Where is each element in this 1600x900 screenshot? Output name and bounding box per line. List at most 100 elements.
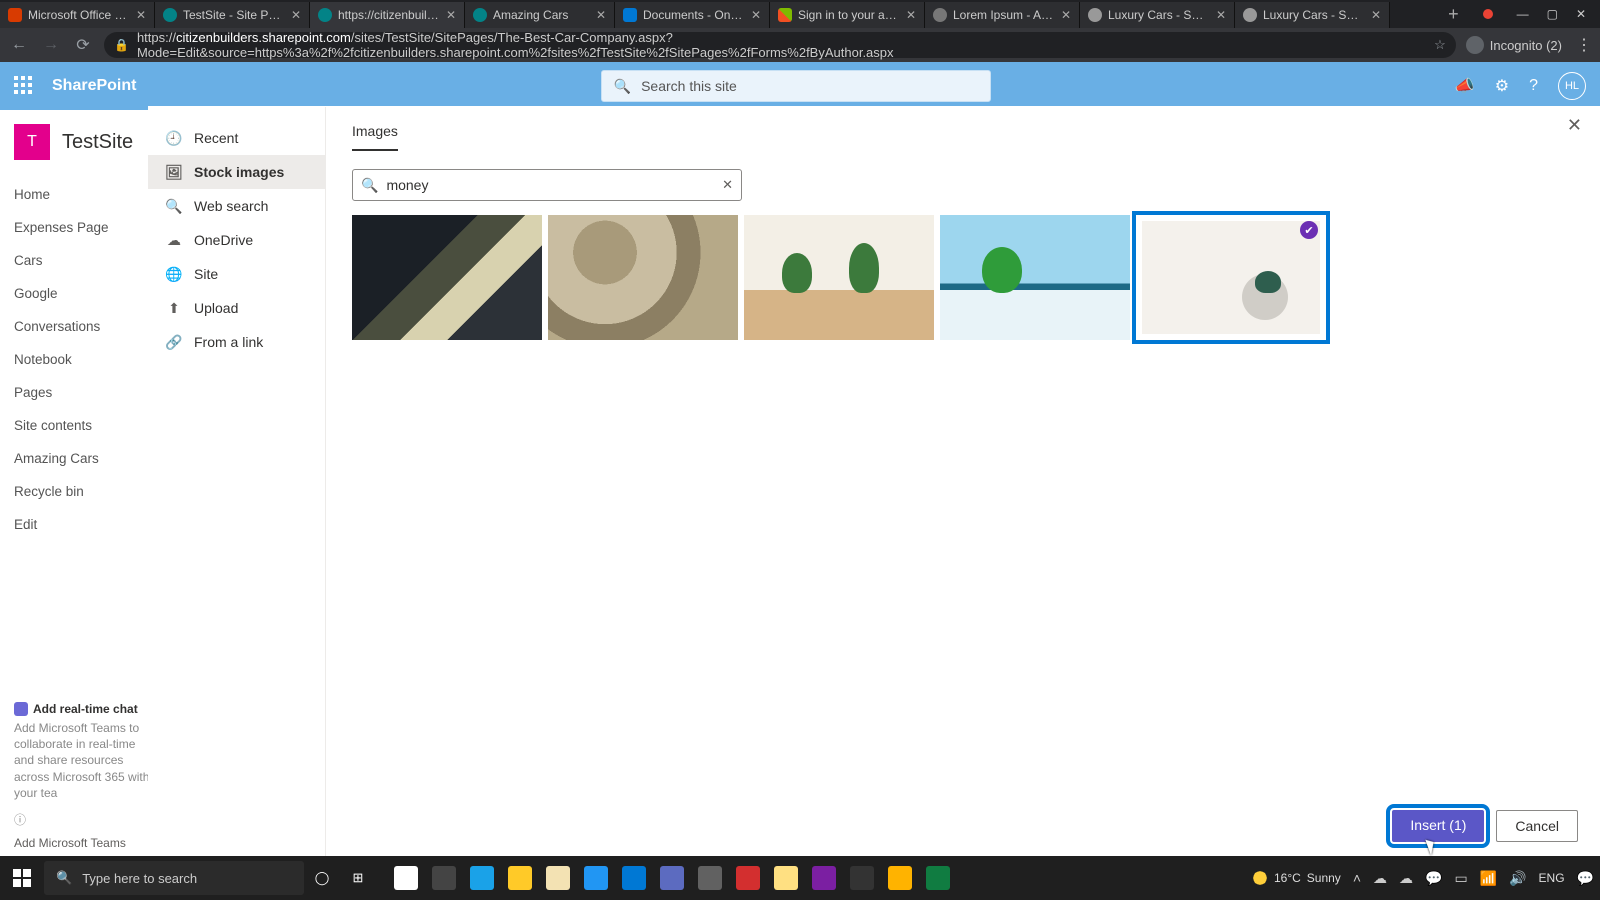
taskbar-app-store[interactable] (540, 860, 576, 896)
picker-tab-images[interactable]: Images (352, 123, 398, 151)
onedrive-tray-icon[interactable]: ☁ (1399, 870, 1413, 887)
add-teams-link[interactable]: Add Microsoft Teams (14, 836, 154, 850)
site-nav-link[interactable]: Cars (14, 244, 146, 277)
browser-menu-button[interactable]: ⋮ (1576, 35, 1592, 55)
notifications-icon[interactable]: 💬 (1577, 870, 1594, 887)
taskbar-app-onenote[interactable] (806, 860, 842, 896)
close-tab-icon[interactable]: ✕ (1216, 8, 1226, 22)
browser-tab[interactable]: Luxury Cars - Sedans,✕ (1080, 2, 1235, 28)
favicon-icon (8, 8, 22, 22)
source-stock-images[interactable]: 🖼Stock images (148, 155, 325, 189)
browser-tab[interactable]: Sign in to your accoun✕ (770, 2, 925, 28)
source-web-search[interactable]: 🔍Web search (148, 189, 325, 223)
url-input[interactable]: 🔒 https://citizenbuilders.sharepoint.com… (104, 32, 1456, 58)
stock-image-result[interactable] (940, 215, 1130, 340)
back-button[interactable]: ← (8, 36, 30, 54)
browser-tab[interactable]: Microsoft Office Home✕ (0, 2, 155, 28)
stock-image-result[interactable] (744, 215, 934, 340)
stock-image-result-selected[interactable] (1136, 215, 1326, 340)
taskbar-app-app-blue[interactable] (654, 860, 690, 896)
stock-image-result[interactable] (352, 215, 542, 340)
site-search-input[interactable]: 🔍 Search this site (601, 70, 991, 102)
source-site[interactable]: 🌐Site (148, 257, 325, 291)
taskbar-app-cortana[interactable] (426, 860, 462, 896)
language-indicator[interactable]: ENG (1539, 871, 1565, 885)
meet-now-icon[interactable]: 💬 (1425, 870, 1442, 887)
taskbar-app-app-grey[interactable] (692, 860, 728, 896)
taskbar-search-input[interactable]: 🔍 Type here to search (44, 861, 304, 895)
site-nav-link[interactable]: Site contents (14, 409, 146, 442)
browser-tab[interactable]: Lorem Ipsum - All the✕ (925, 2, 1080, 28)
site-nav-link[interactable]: Pages (14, 376, 146, 409)
help-icon[interactable]: ? (1529, 77, 1538, 95)
close-icon[interactable]: ✕ (1567, 115, 1582, 136)
taskbar-app-app-folder[interactable] (882, 860, 918, 896)
site-nav-link[interactable]: Home (14, 178, 146, 211)
cortana-circle-icon[interactable]: ◯ (304, 870, 340, 886)
account-avatar[interactable]: HL (1558, 72, 1586, 100)
close-tab-icon[interactable]: ✕ (751, 8, 761, 22)
cancel-button[interactable]: Cancel (1496, 810, 1578, 842)
taskbar-app-chrome[interactable] (768, 860, 804, 896)
forward-button[interactable]: → (40, 36, 62, 54)
site-nav-link[interactable]: Edit (14, 508, 146, 541)
browser-tab[interactable]: Documents - OneDriv✕ (615, 2, 770, 28)
browser-tab-strip: Microsoft Office Home✕TestSite - Site Pa… (0, 0, 1600, 28)
clear-search-icon[interactable]: ✕ (722, 177, 733, 193)
incognito-label: Incognito (2) (1490, 38, 1562, 53)
new-tab-button[interactable]: + (1438, 4, 1469, 25)
source-onedrive[interactable]: ☁OneDrive (148, 223, 325, 257)
wifi-icon[interactable]: 📶 (1480, 870, 1497, 887)
taskbar-app-file-explorer[interactable] (502, 860, 538, 896)
task-view-icon[interactable]: ⊞ (340, 870, 376, 886)
volume-icon[interactable]: 🔊 (1509, 870, 1526, 887)
taskbar-app-excel[interactable] (920, 860, 956, 896)
taskbar-app-task-view[interactable] (388, 860, 424, 896)
close-tab-icon[interactable]: ✕ (906, 8, 916, 22)
site-nav-link[interactable]: Amazing Cars (14, 442, 146, 475)
close-tab-icon[interactable]: ✕ (596, 8, 606, 22)
close-tab-icon[interactable]: ✕ (1061, 8, 1071, 22)
megaphone-icon[interactable]: 📣 (1455, 76, 1475, 96)
battery-icon[interactable]: ▭ (1454, 870, 1467, 887)
close-tab-icon[interactable]: ✕ (136, 8, 146, 22)
image-search-input[interactable]: 🔍 money ✕ (352, 169, 742, 201)
maximize-button[interactable]: ▢ (1547, 7, 1558, 21)
site-nav-link[interactable]: Conversations (14, 310, 146, 343)
taskbar-app-obs[interactable] (844, 860, 880, 896)
source-label: Stock images (194, 164, 284, 180)
minimize-button[interactable]: — (1517, 7, 1529, 21)
reload-button[interactable]: ⟳ (72, 35, 94, 55)
site-nav-link[interactable]: Expenses Page (14, 211, 146, 244)
site-nav-link[interactable]: Google (14, 277, 146, 310)
stock-image-result[interactable] (548, 215, 738, 340)
source-from-a-link[interactable]: 🔗From a link (148, 325, 325, 359)
taskbar-app-edge[interactable] (464, 860, 500, 896)
weather-widget[interactable]: 16°C Sunny (1252, 870, 1341, 886)
chevron-up-icon[interactable]: ˄ (1353, 870, 1361, 886)
bookmark-icon[interactable]: ☆ (1434, 37, 1446, 53)
incognito-badge[interactable]: Incognito (2) (1466, 36, 1562, 54)
close-window-button[interactable]: ✕ (1576, 7, 1586, 21)
taskbar-app-app-red[interactable] (730, 860, 766, 896)
site-nav-link[interactable]: Notebook (14, 343, 146, 376)
site-logo[interactable]: T (14, 124, 50, 160)
browser-tab[interactable]: Amazing Cars✕ (465, 2, 615, 28)
settings-icon[interactable]: ⚙ (1495, 76, 1509, 96)
close-tab-icon[interactable]: ✕ (291, 8, 301, 22)
onedrive-tray-icon[interactable]: ☁ (1373, 870, 1387, 887)
taskbar-app-app-l[interactable] (578, 860, 614, 896)
app-launcher-icon[interactable] (14, 76, 34, 96)
browser-tab[interactable]: TestSite - Site Pages -✕ (155, 2, 310, 28)
site-nav-link[interactable]: Recycle bin (14, 475, 146, 508)
close-tab-icon[interactable]: ✕ (446, 8, 456, 22)
browser-tab[interactable]: Luxury Cars - Sedans,✕ (1235, 2, 1390, 28)
browser-tab[interactable]: https://citizenbuilders✕ (310, 2, 465, 28)
taskbar-app-mail[interactable] (616, 860, 652, 896)
start-button[interactable] (0, 856, 44, 900)
info-icon[interactable]: ⓘ (14, 811, 154, 828)
source-upload[interactable]: ⬆Upload (148, 291, 325, 325)
insert-button[interactable]: Insert (1) (1392, 810, 1484, 842)
close-tab-icon[interactable]: ✕ (1371, 8, 1381, 22)
source-recent[interactable]: 🕘Recent (148, 121, 325, 155)
